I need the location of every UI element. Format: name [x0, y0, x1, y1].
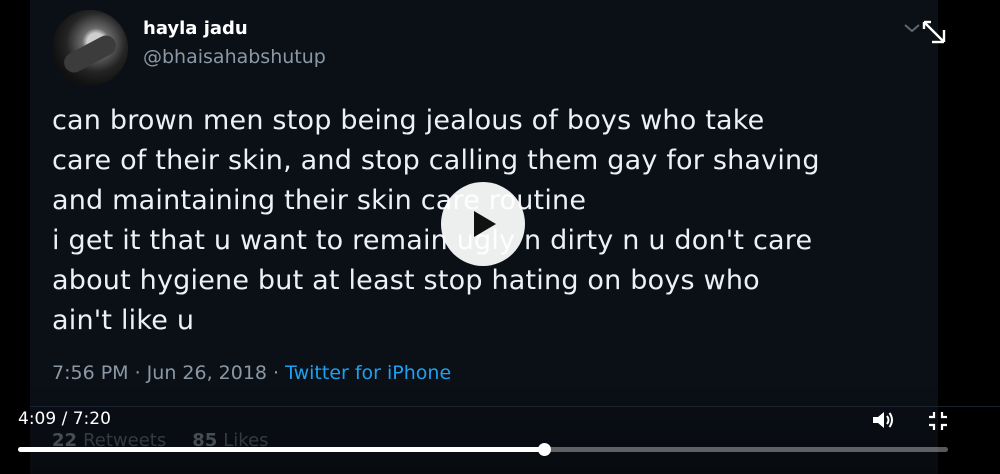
tweet-text-line: can brown men stop being jealous of boys… — [52, 105, 765, 136]
tweet-meta: 7:56 PM · Jun 26, 2018 · Twitter for iPh… — [52, 362, 451, 384]
play-button[interactable] — [441, 182, 525, 266]
tweet-handle: @bhaisahabshutup — [143, 46, 326, 68]
video-player[interactable]: hayla jadu @bhaisahabshutup can brown me… — [0, 0, 1000, 474]
tweet-source: Twitter for iPhone — [285, 362, 452, 384]
tweet-text-line: about hygiene but at least stop hating o… — [52, 265, 760, 296]
time-display: 4:09 / 7:20 — [18, 409, 111, 429]
tweet-display-name: hayla jadu — [143, 18, 248, 39]
progress-fill — [18, 447, 545, 452]
volume-icon[interactable] — [871, 409, 895, 431]
picture-in-picture-off-icon[interactable] — [920, 18, 948, 46]
divider — [30, 406, 1000, 407]
tweet-text-line: care of their skin, and stop calling the… — [52, 145, 820, 176]
tweet-text-line: ain't like u — [52, 305, 195, 336]
exit-fullscreen-icon[interactable] — [928, 411, 948, 431]
tweet-timestamp: 7:56 PM · Jun 26, 2018 · — [52, 362, 286, 384]
avatar — [52, 10, 128, 86]
chevron-down-icon — [904, 24, 920, 33]
play-icon — [474, 211, 496, 237]
progress-bar[interactable] — [18, 443, 948, 456]
